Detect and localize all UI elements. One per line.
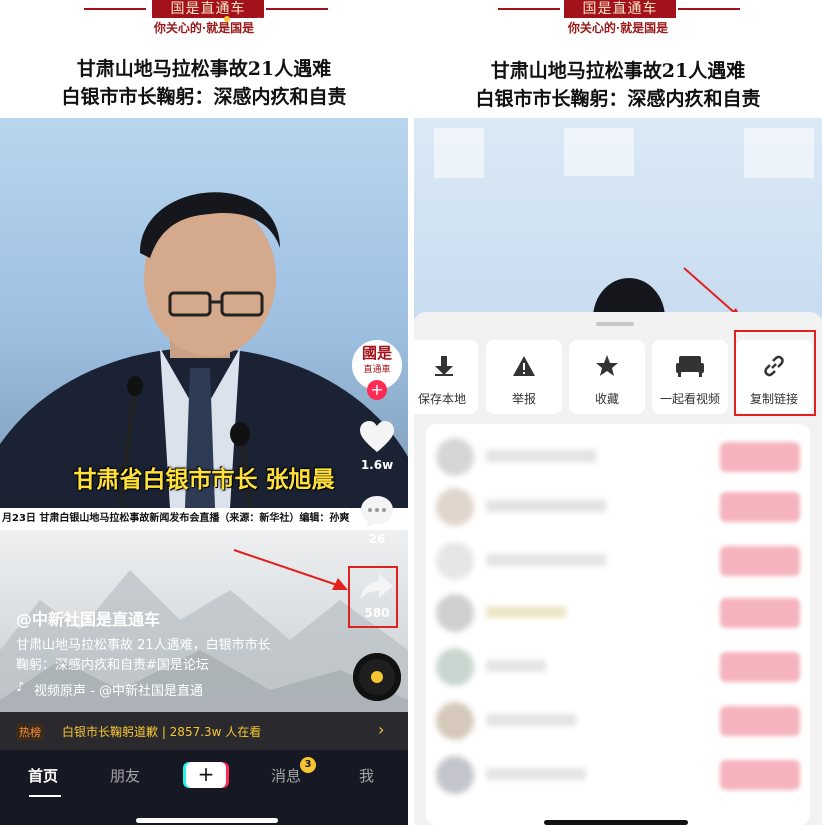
contact-list: [426, 424, 810, 825]
send-button[interactable]: [720, 598, 800, 628]
report-button[interactable]: 举报: [486, 340, 562, 414]
heart-icon[interactable]: [359, 420, 395, 454]
share-count: 580: [364, 606, 390, 620]
report-label: 举报: [511, 392, 536, 406]
headline-line1: 甘肃山地马拉松事故21人遇难: [76, 58, 332, 80]
contact-name-blurred: [486, 554, 606, 566]
brand-logo: 国是直通车: [564, 0, 676, 18]
favorite-label: 收藏: [594, 392, 619, 406]
favorite-button[interactable]: 收藏: [569, 340, 645, 414]
contact-name-blurred: [486, 714, 576, 726]
brand-slogan: 你关心的·就是国是: [567, 21, 669, 35]
headline-line2: 白银市市长鞠躬：深感内疚和自责: [61, 86, 347, 108]
hot-badge: 热榜: [16, 723, 44, 741]
video-frame[interactable]: 甘肃省白银市市长 张旭晨: [0, 118, 408, 508]
sofa-icon: [676, 356, 704, 377]
video-preview-illustration: [434, 128, 814, 318]
description-line2: 鞠躬：深感内疚和自责#国是论坛: [16, 658, 209, 673]
send-button[interactable]: [720, 546, 800, 576]
contact-row[interactable]: [436, 486, 800, 528]
watch-together-button[interactable]: 一起看视频: [652, 340, 728, 414]
brand-line-left: [498, 8, 560, 10]
video-preview: [414, 118, 822, 318]
music-disc[interactable]: [353, 653, 401, 701]
music-note-icon: ♪: [16, 680, 25, 695]
bottom-tab-bar: 首页 朋友 + 消息 3 我: [0, 750, 408, 825]
chevron-right-icon: ›: [378, 720, 385, 739]
contact-avatar: [436, 594, 474, 632]
caption-strip: 月23日 甘肃白银山地马拉松事故新闻发布会直播（来源：新华社）编辑：孙爽: [0, 508, 408, 530]
contact-name-blurred: [486, 500, 606, 512]
share-sheet: 保存本地 举报 收藏 一起看视频 复制链接: [414, 312, 822, 825]
right-phone-screen: 国是直通车 你关心的·就是国是 甘肃山地马拉松事故21人遇难 白银市市长鞠躬：深…: [414, 0, 822, 825]
tab-home[interactable]: 首页: [28, 765, 58, 786]
left-phone-screen: 国是直通车 你关心的·就是国是 甘肃山地马拉松事故21人遇难 白银市市长鞠躬：深…: [0, 0, 408, 825]
avatar-text-bottom: 直通車: [363, 365, 391, 375]
contact-name-blurred: [486, 660, 546, 672]
star-icon: [596, 355, 618, 376]
send-button[interactable]: [720, 706, 800, 736]
messages-badge: 3: [300, 757, 316, 773]
avatar-text-top: 國是: [361, 344, 392, 362]
description-line1: 甘肃山地马拉松事故 21人遇难，白银市市长: [16, 638, 271, 653]
hot-list-bar[interactable]: 热榜 白银市长鞠躬道歉 | 2857.3w 人在看 ›: [0, 712, 408, 750]
home-indicator: [136, 818, 278, 823]
contact-avatar: [436, 438, 474, 476]
speaker-illustration: [0, 192, 408, 508]
notification-dot: [224, 16, 230, 22]
city-tab[interactable]: 同城: [122, 14, 152, 35]
contact-name-blurred: [486, 606, 566, 618]
headline-line2: 白银市市长鞠躬：深感内疚和自责: [475, 88, 761, 110]
top-navigation: 直播 同城 推荐: [0, 10, 408, 40]
annotation-arrow-icon: [233, 549, 348, 590]
brand-line-right: [678, 8, 740, 10]
save-local-button[interactable]: 保存本地: [414, 340, 478, 414]
title-band-right: 国是直通车 你关心的·就是国是 甘肃山地马拉松事故21人遇难 白银市市长鞠躬：深…: [414, 0, 822, 118]
search-icon[interactable]: [365, 14, 387, 36]
home-indicator: [544, 820, 688, 825]
watch-together-label: 一起看视频: [659, 392, 720, 406]
contact-row[interactable]: [436, 754, 800, 796]
download-icon: [435, 356, 453, 376]
contact-avatar: [436, 648, 474, 686]
tab-friends[interactable]: 朋友: [110, 765, 140, 786]
contact-avatar: [436, 756, 474, 794]
comment-icon[interactable]: [359, 494, 395, 528]
music-title[interactable]: 视频原声 - @中新社国是直通: [34, 680, 214, 699]
send-button[interactable]: [720, 492, 800, 522]
recommend-tab[interactable]: 推荐: [256, 14, 286, 35]
contact-row[interactable]: [436, 592, 800, 634]
contact-row[interactable]: [436, 700, 800, 742]
contact-row[interactable]: [436, 540, 800, 582]
sheet-handle[interactable]: [596, 322, 634, 326]
create-post-button[interactable]: +: [186, 762, 226, 788]
author-name[interactable]: @中新社国是直通车: [16, 606, 160, 630]
tab-home-underline: [29, 795, 61, 797]
contact-row[interactable]: [436, 436, 800, 478]
comment-count: 26: [368, 532, 386, 546]
contact-row[interactable]: [436, 646, 800, 688]
copy-link-highlight-box: [734, 330, 816, 416]
tab-messages[interactable]: 消息: [271, 765, 301, 786]
video-subtitle: 甘肃省白银市市长 张旭晨: [73, 467, 335, 493]
tab-me[interactable]: 我: [359, 765, 374, 786]
send-button[interactable]: [720, 652, 800, 682]
send-button[interactable]: [720, 760, 800, 790]
disc-center: [371, 671, 383, 683]
like-count: 1.6w: [360, 458, 394, 472]
contact-avatar: [436, 488, 474, 526]
contact-name-blurred: [486, 768, 586, 780]
hot-text: 白银市长鞠躬道歉 | 2857.3w 人在看: [62, 725, 262, 739]
follow-plus-button[interactable]: +: [367, 380, 387, 400]
contact-avatar: [436, 702, 474, 740]
live-tab[interactable]: 直播: [18, 16, 49, 35]
contact-name-blurred: [486, 450, 596, 462]
warning-icon: [513, 356, 535, 376]
headline-line1: 甘肃山地马拉松事故21人遇难: [490, 60, 746, 82]
save-local-label: 保存本地: [417, 392, 466, 406]
share-icon[interactable]: [359, 572, 395, 602]
send-button[interactable]: [720, 442, 800, 472]
contact-avatar: [436, 542, 474, 580]
